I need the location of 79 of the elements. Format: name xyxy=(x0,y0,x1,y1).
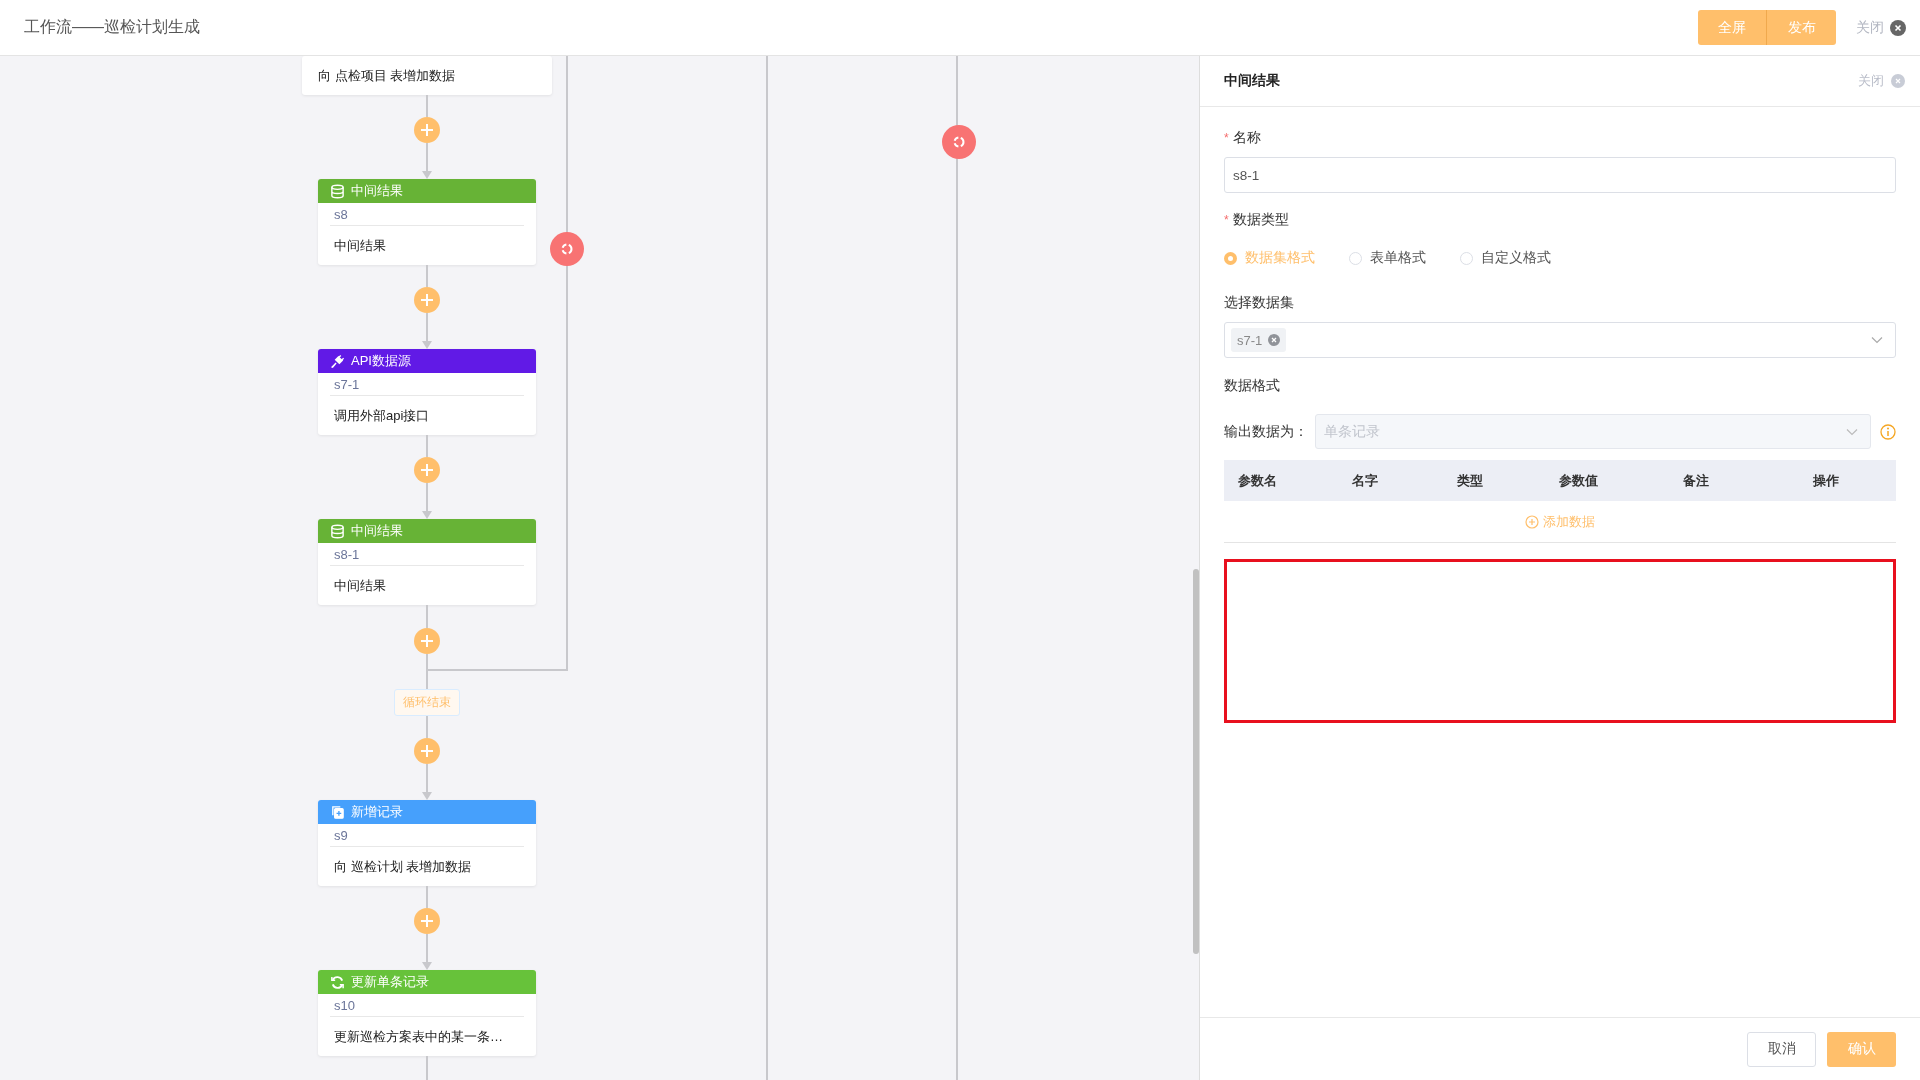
loop-icon xyxy=(952,135,966,149)
plus-icon xyxy=(421,294,433,306)
flow-node-card[interactable]: 中间结果 s8-1 中间结果 xyxy=(318,519,536,605)
flow-node-card[interactable]: 向 点检项目 表增加数据 xyxy=(302,56,552,95)
connector-arrow xyxy=(422,313,432,349)
remove-icon[interactable] xyxy=(1268,334,1281,346)
input-field[interactable]: s8-1 xyxy=(1224,157,1896,193)
close-icon xyxy=(1890,19,1906,36)
radio-option[interactable]: 自定义格式 xyxy=(1460,249,1551,267)
section-label: 数据格式 xyxy=(1224,377,1280,395)
node-description: 中间结果 xyxy=(333,576,387,595)
required-mark: * xyxy=(1224,213,1229,227)
add-step-button[interactable] xyxy=(414,457,440,483)
field-label: 选择数据集 xyxy=(1224,294,1294,312)
add-step-button[interactable] xyxy=(414,628,440,654)
radio-button[interactable] xyxy=(1349,251,1362,265)
connector-arrow xyxy=(422,764,432,800)
add-step-button[interactable] xyxy=(414,287,440,313)
flow-node-card[interactable]: API数据源 s7-1 调用外部api接口 xyxy=(318,349,536,435)
radio-button[interactable] xyxy=(1460,251,1473,265)
loop-button[interactable] xyxy=(550,232,584,266)
plus-icon xyxy=(421,635,433,647)
node-title: API数据源 xyxy=(351,352,411,370)
flow-node-card[interactable]: 中间结果 s8 中间结果 xyxy=(318,179,536,265)
field-label: 输出数据为： xyxy=(1224,422,1309,441)
flow-node-card[interactable]: 新增记录 s9 向 巡检计划 表增加数据 xyxy=(318,800,536,886)
info-icon[interactable] xyxy=(1880,423,1896,440)
column-header: 参数值 xyxy=(1557,471,1599,490)
add-document-icon xyxy=(330,804,345,820)
loop-icon xyxy=(560,242,574,256)
node-title: 中间结果 xyxy=(351,522,403,540)
selected-tag: s7-1 xyxy=(1231,328,1287,352)
window-title: 工作流——巡检计划生成 xyxy=(24,17,201,37)
node-id: s9 xyxy=(333,826,349,845)
node-id: s8-1 xyxy=(333,545,361,564)
column-header: 备注 xyxy=(1682,471,1710,490)
plus-icon xyxy=(421,745,433,757)
field-label: 名称 xyxy=(1232,129,1261,147)
node-id: s10 xyxy=(333,996,356,1015)
connector-arrow xyxy=(422,143,432,179)
required-mark: * xyxy=(1224,131,1229,145)
loop-button[interactable] xyxy=(942,125,976,159)
add-icon xyxy=(1525,514,1539,529)
column-header: 名字 xyxy=(1351,471,1379,490)
database-icon xyxy=(330,523,345,539)
node-title: 更新单条记录 xyxy=(351,973,429,991)
node-id: s8 xyxy=(333,205,349,224)
plus-icon xyxy=(421,124,433,136)
refresh-icon xyxy=(330,974,345,990)
node-title: 新增记录 xyxy=(351,803,403,821)
column-header: 类型 xyxy=(1456,471,1484,490)
panel-title: 中间结果 xyxy=(1224,72,1281,90)
column-header: 操作 xyxy=(1812,471,1840,490)
node-description: 向 巡检计划 表增加数据 xyxy=(333,857,473,876)
field-label: 数据类型 xyxy=(1232,211,1289,229)
loop-end-tag: 循环结束 xyxy=(394,689,460,716)
cancel-button[interactable]: 取消 xyxy=(1747,1031,1816,1067)
add-step-button[interactable] xyxy=(414,117,440,143)
node-title: 中间结果 xyxy=(351,182,403,200)
flow-node-card[interactable]: 更新单条记录 s10 更新巡检方案表中的某一条… xyxy=(318,970,536,1056)
database-icon xyxy=(330,183,345,199)
radio-option[interactable]: 表单格式 xyxy=(1349,249,1426,267)
add-step-button[interactable] xyxy=(414,738,440,764)
connector-arrow xyxy=(422,483,432,519)
node-description: 中间结果 xyxy=(333,236,387,255)
plus-icon xyxy=(421,915,433,927)
node-description: 调用外部api接口 xyxy=(333,406,431,425)
column-header: 参数名 xyxy=(1237,471,1278,490)
connector-arrow xyxy=(422,934,432,970)
plus-icon xyxy=(421,464,433,476)
node-description: 更新巡检方案表中的某一条… xyxy=(333,1027,504,1046)
node-id: s7-1 xyxy=(333,375,361,394)
radio-button[interactable] xyxy=(1224,251,1237,265)
add-step-button[interactable] xyxy=(414,908,440,934)
chevron-icon xyxy=(1871,336,1883,344)
scrollbar[interactable] xyxy=(1193,569,1199,954)
chevron-icon xyxy=(1846,427,1858,436)
close-icon xyxy=(1890,73,1906,89)
plug-icon xyxy=(330,353,345,369)
